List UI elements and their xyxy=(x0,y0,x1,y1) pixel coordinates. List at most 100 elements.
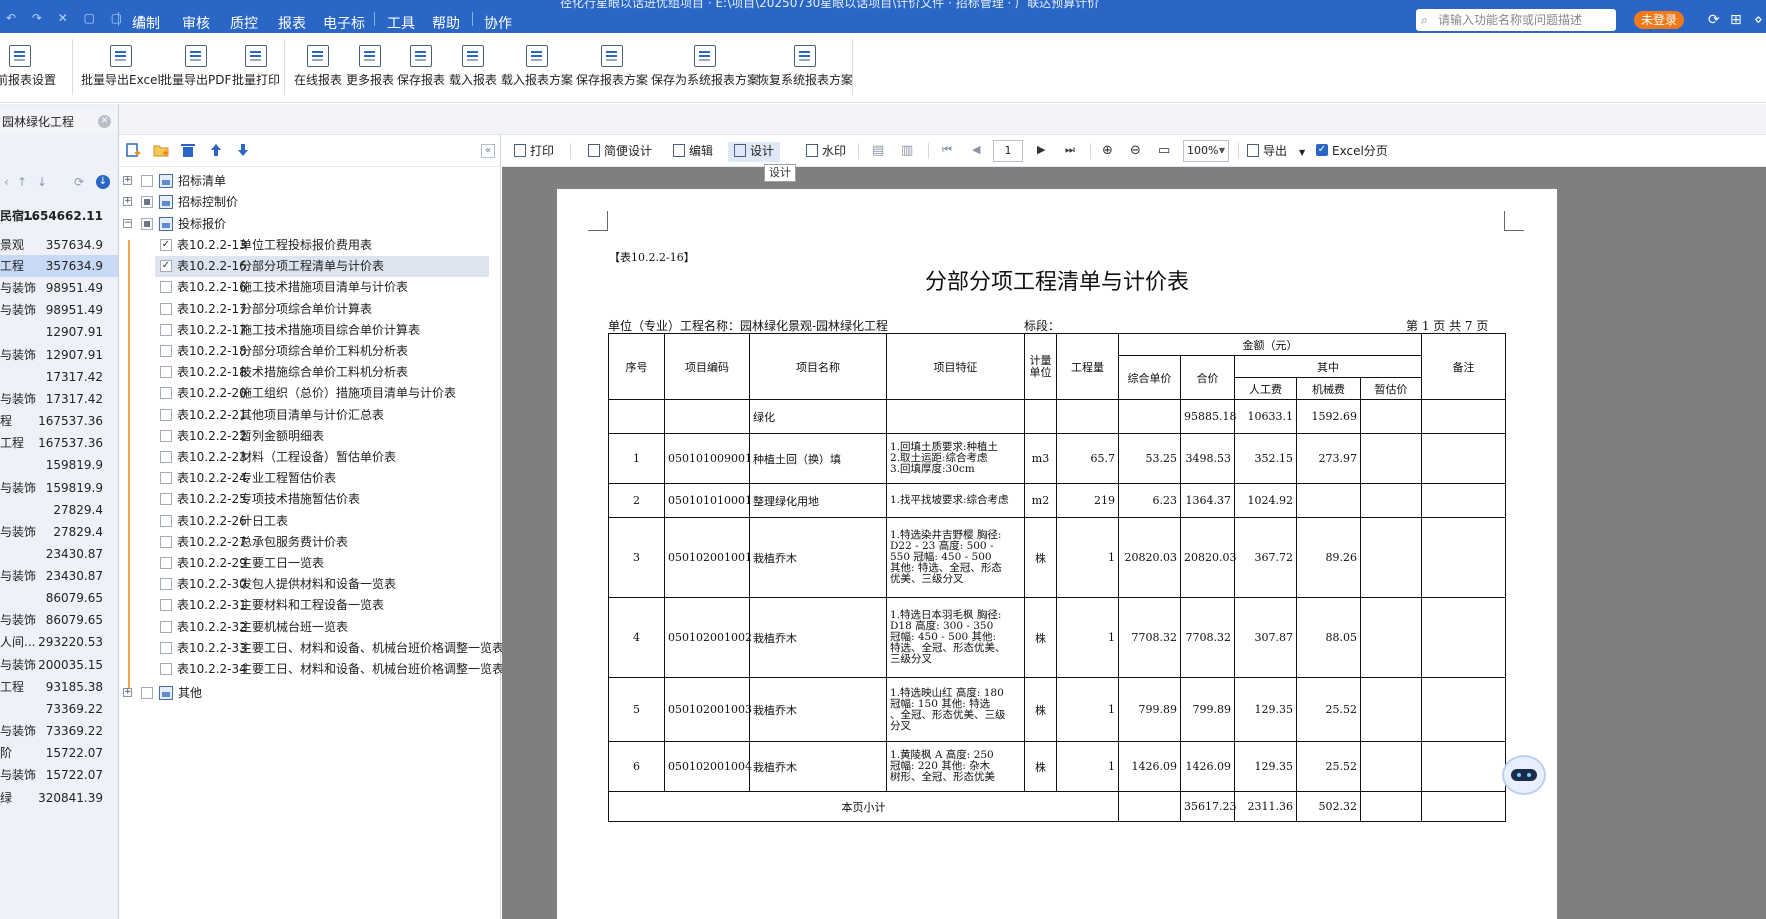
menu-dianzibiao[interactable]: 电子标 xyxy=(323,13,365,33)
report-checkbox[interactable] xyxy=(160,324,172,336)
folder-checkbox[interactable] xyxy=(141,175,153,187)
report-tree-item[interactable]: 表10.2.2-21 其他项目清单与计价汇总表 xyxy=(155,405,489,426)
report-checkbox[interactable] xyxy=(160,303,172,315)
zoom-out-icon[interactable]: ⊖ xyxy=(1130,143,1141,158)
batch-export-excel-button[interactable]: 批量导出Excel xyxy=(81,45,161,88)
save-as-system-scheme-button[interactable]: 保存为系统报表方案 xyxy=(651,45,759,88)
double-page-icon[interactable]: ▥ xyxy=(901,143,913,158)
report-checkbox[interactable] xyxy=(160,621,172,633)
report-checkbox[interactable] xyxy=(160,409,172,421)
expand-toggle-icon[interactable]: + xyxy=(123,688,132,697)
report-tree-folder[interactable]: + 招标控制价 xyxy=(119,192,489,213)
new-folder-icon[interactable] xyxy=(153,142,169,158)
project-tree-row[interactable]: 与装饰 86079.65 xyxy=(0,609,118,631)
edit-button[interactable]: 编辑 xyxy=(673,142,713,162)
report-tree-item[interactable]: 表10.2.2-24 专业工程暂估价表 xyxy=(155,468,489,489)
folder-checkbox[interactable] xyxy=(141,218,153,230)
project-tree-row[interactable]: 17317.42 xyxy=(0,366,118,388)
apps-grid-icon[interactable]: ⊞ xyxy=(1730,12,1742,28)
project-tree-row[interactable]: 159819.9 xyxy=(0,454,118,476)
function-search-input[interactable]: ⌕ 请输入功能名称或问题描述 xyxy=(1416,9,1616,31)
report-tree-item[interactable]: 表10.2.2-26 计日工表 xyxy=(155,511,489,532)
report-tree-item[interactable]: 表10.2.2-29 主要工日一览表 xyxy=(155,553,489,574)
project-tree-row[interactable]: 与装饰 27829.4 xyxy=(0,521,118,543)
report-tree-item[interactable]: 表10.2.2-27 总承包服务费计价表 xyxy=(155,532,489,553)
next-page-icon[interactable]: ▶ xyxy=(1037,143,1045,156)
menu-bianzhi[interactable]: 编制 xyxy=(132,13,160,33)
project-tree-row[interactable]: 与装饰 23430.87 xyxy=(0,565,118,587)
project-tree-row[interactable]: 与装饰 200035.15 xyxy=(0,654,118,676)
project-tree-row[interactable]: 与装饰 15722.07 xyxy=(0,764,118,786)
new-report-icon[interactable] xyxy=(125,142,141,158)
close-icon[interactable]: ✕ xyxy=(98,115,111,128)
project-tree-row[interactable]: 与装饰 159819.9 xyxy=(0,477,118,499)
report-checkbox[interactable] xyxy=(160,451,172,463)
report-tree-item[interactable]: 表10.2.2-16 施工技术措施项目清单与计价表 xyxy=(155,277,489,298)
load-report-scheme-button[interactable]: 载入报表方案 xyxy=(501,45,573,88)
ai-assistant-robot-icon[interactable] xyxy=(1502,755,1546,795)
zoom-in-icon[interactable]: ⊕ xyxy=(1102,143,1113,158)
report-checkbox[interactable] xyxy=(160,387,172,399)
project-tree-row[interactable]: 人间... 293220.53 xyxy=(0,631,118,653)
excel-paging-checkbox[interactable]: ✓ xyxy=(1316,144,1328,156)
project-tree-row[interactable]: 73369.22 xyxy=(0,698,118,720)
report-checkbox[interactable] xyxy=(160,366,172,378)
project-tree-row[interactable]: 与装饰 98951.49 xyxy=(0,299,118,321)
project-tree-row[interactable]: 工程 167537.36 xyxy=(0,432,118,454)
report-tree-item[interactable]: 表10.2.2-33 主要工日、材料和设备、机械台班价格调整一览表 xyxy=(155,638,504,659)
project-tree-row[interactable]: 与装饰 17317.42 xyxy=(0,388,118,410)
project-tree-row[interactable]: 绿 320841.39 xyxy=(0,787,118,809)
more-reports-button[interactable]: 更多报表 xyxy=(346,45,394,88)
report-checkbox[interactable] xyxy=(160,642,172,654)
menu-xiezuo[interactable]: 协作 xyxy=(484,13,512,33)
watermark-button[interactable]: 水印 xyxy=(806,142,846,162)
project-tree-row[interactable]: 工程 93185.38 xyxy=(0,676,118,698)
report-checkbox[interactable] xyxy=(160,536,172,548)
project-tree-row[interactable]: 与装饰 12907.91 xyxy=(0,344,118,366)
download-icon[interactable]: ↓ xyxy=(96,175,110,189)
report-tree-folder[interactable]: + 招标清单 xyxy=(119,171,489,192)
report-checkbox[interactable] xyxy=(160,557,172,569)
batch-print-button[interactable]: 批量打印 xyxy=(232,45,280,88)
prev-page-icon[interactable]: ◀ xyxy=(972,143,980,156)
folder-checkbox[interactable] xyxy=(141,687,153,699)
refresh-icon[interactable]: ⟳ xyxy=(1708,12,1720,28)
pin-icon[interactable]: ⋄ xyxy=(1754,12,1763,28)
simple-design-button[interactable]: 简便设计 xyxy=(588,142,652,162)
report-checkbox[interactable]: ✓ xyxy=(160,239,172,251)
menu-shenhe[interactable]: 审核 xyxy=(182,13,210,33)
report-tree-item[interactable]: 表10.2.2-18 技术措施综合单价工料机分析表 xyxy=(155,362,489,383)
project-tree-row[interactable]: 12907.91 xyxy=(0,321,118,343)
excel-paging-label[interactable]: Excel分页 xyxy=(1332,142,1388,162)
online-report-button[interactable]: 在线报表 xyxy=(294,45,342,88)
project-tree-row[interactable]: 27829.4 xyxy=(0,499,118,521)
project-tree-row[interactable]: 23430.87 xyxy=(0,543,118,565)
project-tree-row[interactable]: 民宿... 1654662.11 xyxy=(0,205,118,227)
login-badge[interactable]: 未登录 xyxy=(1634,11,1684,29)
report-tree-item[interactable]: 表10.2.2-32 主要机械台班一览表 xyxy=(155,617,489,638)
load-report-button[interactable]: 载入报表 xyxy=(449,45,497,88)
report-checkbox[interactable] xyxy=(160,472,172,484)
report-checkbox[interactable] xyxy=(160,345,172,357)
page-number-input[interactable]: 1 xyxy=(993,140,1023,162)
report-tree-item[interactable]: 表10.2.2-34 主要工日、材料和设备、机械台班价格调整一览表 xyxy=(155,659,504,680)
batch-export-pdf-button[interactable]: 批量导出PDF xyxy=(160,45,231,88)
first-page-icon[interactable]: ⏮ xyxy=(942,143,952,157)
restore-system-scheme-button[interactable]: 恢复系统报表方案 xyxy=(757,45,853,88)
expand-toggle-icon[interactable]: − xyxy=(123,219,132,228)
project-tree-row[interactable]: 与装饰 73369.22 xyxy=(0,720,118,742)
export-button[interactable]: 导出 ▼ xyxy=(1247,142,1305,162)
report-tree-item[interactable]: 表10.2.2-18 分部分项综合单价工料机分析表 xyxy=(155,341,489,362)
menu-bangzhu[interactable]: 帮助 xyxy=(432,13,460,33)
move-down-icon[interactable] xyxy=(235,142,251,158)
report-checkbox[interactable] xyxy=(160,515,172,527)
report-tree-item[interactable]: 表10.2.2-31 主要材料和工程设备一览表 xyxy=(155,595,489,616)
project-tree-row[interactable]: 景观 357634.9 xyxy=(0,234,118,256)
report-checkbox[interactable] xyxy=(160,281,172,293)
move-left-icon[interactable]: ‹ xyxy=(4,175,9,189)
report-tree-item[interactable]: ✓ 表10.2.2-16 分部分项工程清单与计价表 xyxy=(155,256,489,277)
expand-toggle-icon[interactable]: + xyxy=(123,176,132,185)
refresh-icon[interactable]: ⟳ xyxy=(74,175,84,189)
report-tree-item[interactable]: 表10.2.2-23 材料（工程设备）暂估单价表 xyxy=(155,447,489,468)
report-checkbox[interactable] xyxy=(160,578,172,590)
